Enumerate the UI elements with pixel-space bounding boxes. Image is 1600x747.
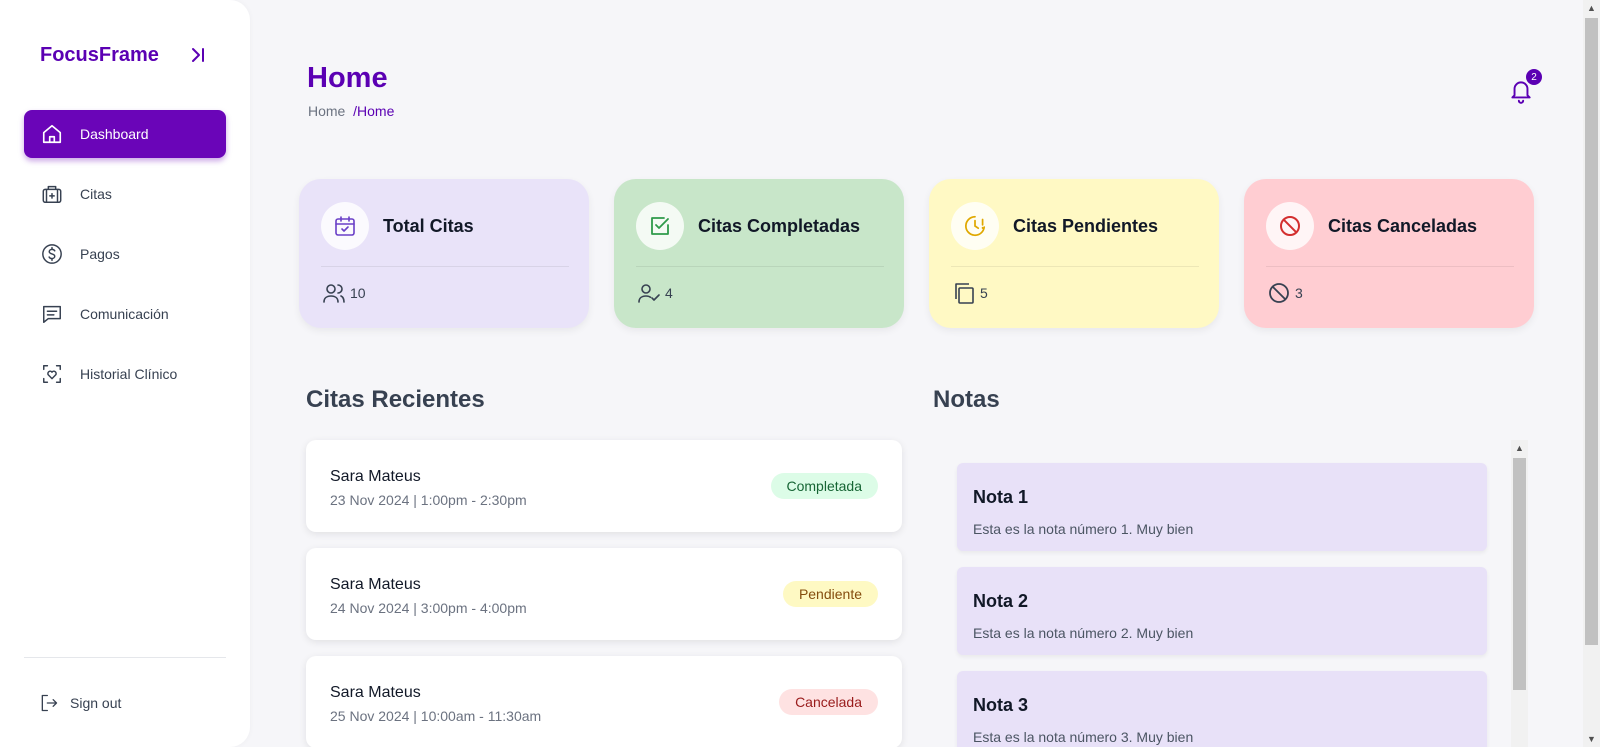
notification-count-badge: 2 bbox=[1526, 69, 1542, 85]
stat-card-value: 10 bbox=[350, 285, 366, 301]
notes-title: Notas bbox=[933, 386, 1000, 413]
appointment-item[interactable]: Sara Mateus 24 Nov 2024 | 3:00pm - 4:00p… bbox=[306, 548, 902, 640]
sign-out-label: Sign out bbox=[70, 695, 122, 711]
status-badge: Completada bbox=[770, 473, 878, 499]
stat-card-divider bbox=[1266, 266, 1514, 267]
medical-bag-icon bbox=[40, 182, 64, 206]
sidebar-item-historial-clinico[interactable]: Historial Clínico bbox=[24, 350, 226, 398]
stat-card-value: 5 bbox=[980, 285, 988, 301]
page-scrollbar[interactable]: ▲ ▼ bbox=[1583, 0, 1600, 747]
notes-scrollbar[interactable]: ▲ bbox=[1511, 440, 1528, 747]
notes-list: Nota 1 Esta es la nota número 1. Muy bie… bbox=[933, 440, 1529, 747]
stat-card-divider bbox=[636, 266, 884, 267]
sign-out-button[interactable]: Sign out bbox=[38, 692, 121, 714]
checkbox-icon bbox=[636, 202, 684, 250]
note-text: Esta es la nota número 2. Muy bien bbox=[973, 625, 1194, 641]
stat-card-divider bbox=[321, 266, 569, 267]
ban-icon bbox=[1267, 281, 1291, 305]
recent-appointments-title: Citas Recientes bbox=[306, 386, 485, 413]
stat-card-total-citas[interactable]: Total Citas 10 bbox=[299, 179, 589, 328]
stat-card-footer: 10 bbox=[322, 281, 366, 305]
stat-card-citas-pendientes[interactable]: Citas Pendientes 5 bbox=[929, 179, 1219, 328]
appointment-time: 25 Nov 2024 | 10:00am - 11:30am bbox=[330, 708, 542, 724]
sidebar-divider bbox=[24, 657, 226, 658]
sidebar-item-label: Historial Clínico bbox=[80, 366, 178, 382]
page-title: Home bbox=[307, 62, 388, 94]
note-card[interactable]: Nota 3 Esta es la nota número 3. Muy bie… bbox=[957, 671, 1487, 747]
stat-card-citas-canceladas[interactable]: Citas Canceladas 3 bbox=[1244, 179, 1534, 328]
logout-icon bbox=[38, 692, 60, 714]
sidebar-item-citas[interactable]: Citas bbox=[24, 170, 226, 218]
stat-card-value: 4 bbox=[665, 285, 673, 301]
scroll-down-arrow-icon[interactable]: ▼ bbox=[1583, 731, 1600, 747]
collapse-sidebar-button[interactable] bbox=[188, 44, 208, 66]
note-title: Nota 2 bbox=[973, 591, 1029, 611]
sidebar-item-label: Citas bbox=[80, 186, 112, 202]
note-card[interactable]: Nota 1 Esta es la nota número 1. Muy bie… bbox=[957, 463, 1487, 551]
sidebar-item-pagos[interactable]: Pagos bbox=[24, 230, 226, 278]
brand-logo: FocusFrame bbox=[40, 44, 159, 66]
appointment-patient-name: Sara Mateus bbox=[330, 684, 421, 701]
appointment-item[interactable]: Sara Mateus 25 Nov 2024 | 10:00am - 11:3… bbox=[306, 656, 902, 747]
sidebar: FocusFrame Dashboard Citas Pagos Comunic… bbox=[0, 0, 250, 747]
scroll-up-arrow-icon[interactable]: ▲ bbox=[1511, 440, 1528, 456]
appointment-item[interactable]: Sara Mateus 23 Nov 2024 | 1:00pm - 2:30p… bbox=[306, 440, 902, 532]
home-icon bbox=[40, 122, 64, 146]
appointment-patient-name: Sara Mateus bbox=[330, 576, 421, 593]
stat-card-title: Citas Completadas bbox=[698, 216, 861, 236]
notes-scrollbar-thumb[interactable] bbox=[1513, 458, 1526, 690]
chat-icon bbox=[40, 302, 64, 326]
status-badge: Pendiente bbox=[782, 581, 878, 607]
sidebar-item-label: Pagos bbox=[80, 246, 120, 262]
user-check-icon bbox=[637, 281, 661, 305]
breadcrumb: Home /Home bbox=[308, 103, 394, 119]
collapse-icon bbox=[192, 48, 204, 62]
dollar-circle-icon bbox=[40, 242, 64, 266]
appointment-patient-name: Sara Mateus bbox=[330, 468, 421, 485]
note-card[interactable]: Nota 2 Esta es la nota número 2. Muy bie… bbox=[957, 567, 1487, 655]
appointment-time: 24 Nov 2024 | 3:00pm - 4:00pm bbox=[330, 600, 527, 616]
stat-card-title: Citas Canceladas bbox=[1328, 216, 1478, 236]
stat-card-footer: 3 bbox=[1267, 281, 1303, 305]
note-title: Nota 3 bbox=[973, 695, 1029, 715]
calendar-check-icon bbox=[321, 202, 369, 250]
note-text: Esta es la nota número 1. Muy bien bbox=[973, 521, 1194, 537]
sidebar-item-label: Dashboard bbox=[80, 126, 149, 142]
stat-card-title: Total Citas bbox=[383, 216, 474, 236]
breadcrumb-root[interactable]: Home bbox=[308, 103, 345, 119]
clock-alert-icon bbox=[951, 202, 999, 250]
heart-scan-icon bbox=[40, 362, 64, 386]
ban-icon bbox=[1266, 202, 1314, 250]
sidebar-item-comunicacion[interactable]: Comunicación bbox=[24, 290, 226, 338]
sidebar-nav: Dashboard Citas Pagos Comunicación Histo… bbox=[24, 110, 226, 410]
scroll-up-arrow-icon[interactable]: ▲ bbox=[1583, 0, 1600, 16]
status-badge: Cancelada bbox=[779, 689, 878, 715]
note-title: Nota 1 bbox=[973, 487, 1029, 507]
stat-card-value: 3 bbox=[1295, 285, 1303, 301]
users-icon bbox=[322, 281, 346, 305]
stat-card-title: Citas Pendientes bbox=[1013, 216, 1159, 236]
appointment-time: 23 Nov 2024 | 1:00pm - 2:30pm bbox=[330, 492, 527, 508]
stat-card-divider bbox=[951, 266, 1199, 267]
sidebar-item-label: Comunicación bbox=[80, 306, 169, 322]
stat-card-citas-completadas[interactable]: Citas Completadas 4 bbox=[614, 179, 904, 328]
copy-icon bbox=[952, 281, 976, 305]
stat-card-footer: 5 bbox=[952, 281, 988, 305]
note-text: Esta es la nota número 3. Muy bien bbox=[973, 729, 1194, 745]
page-scrollbar-thumb[interactable] bbox=[1585, 18, 1598, 645]
sidebar-item-dashboard[interactable]: Dashboard bbox=[24, 110, 226, 158]
breadcrumb-current: Home bbox=[357, 103, 395, 119]
stat-card-footer: 4 bbox=[637, 281, 673, 305]
